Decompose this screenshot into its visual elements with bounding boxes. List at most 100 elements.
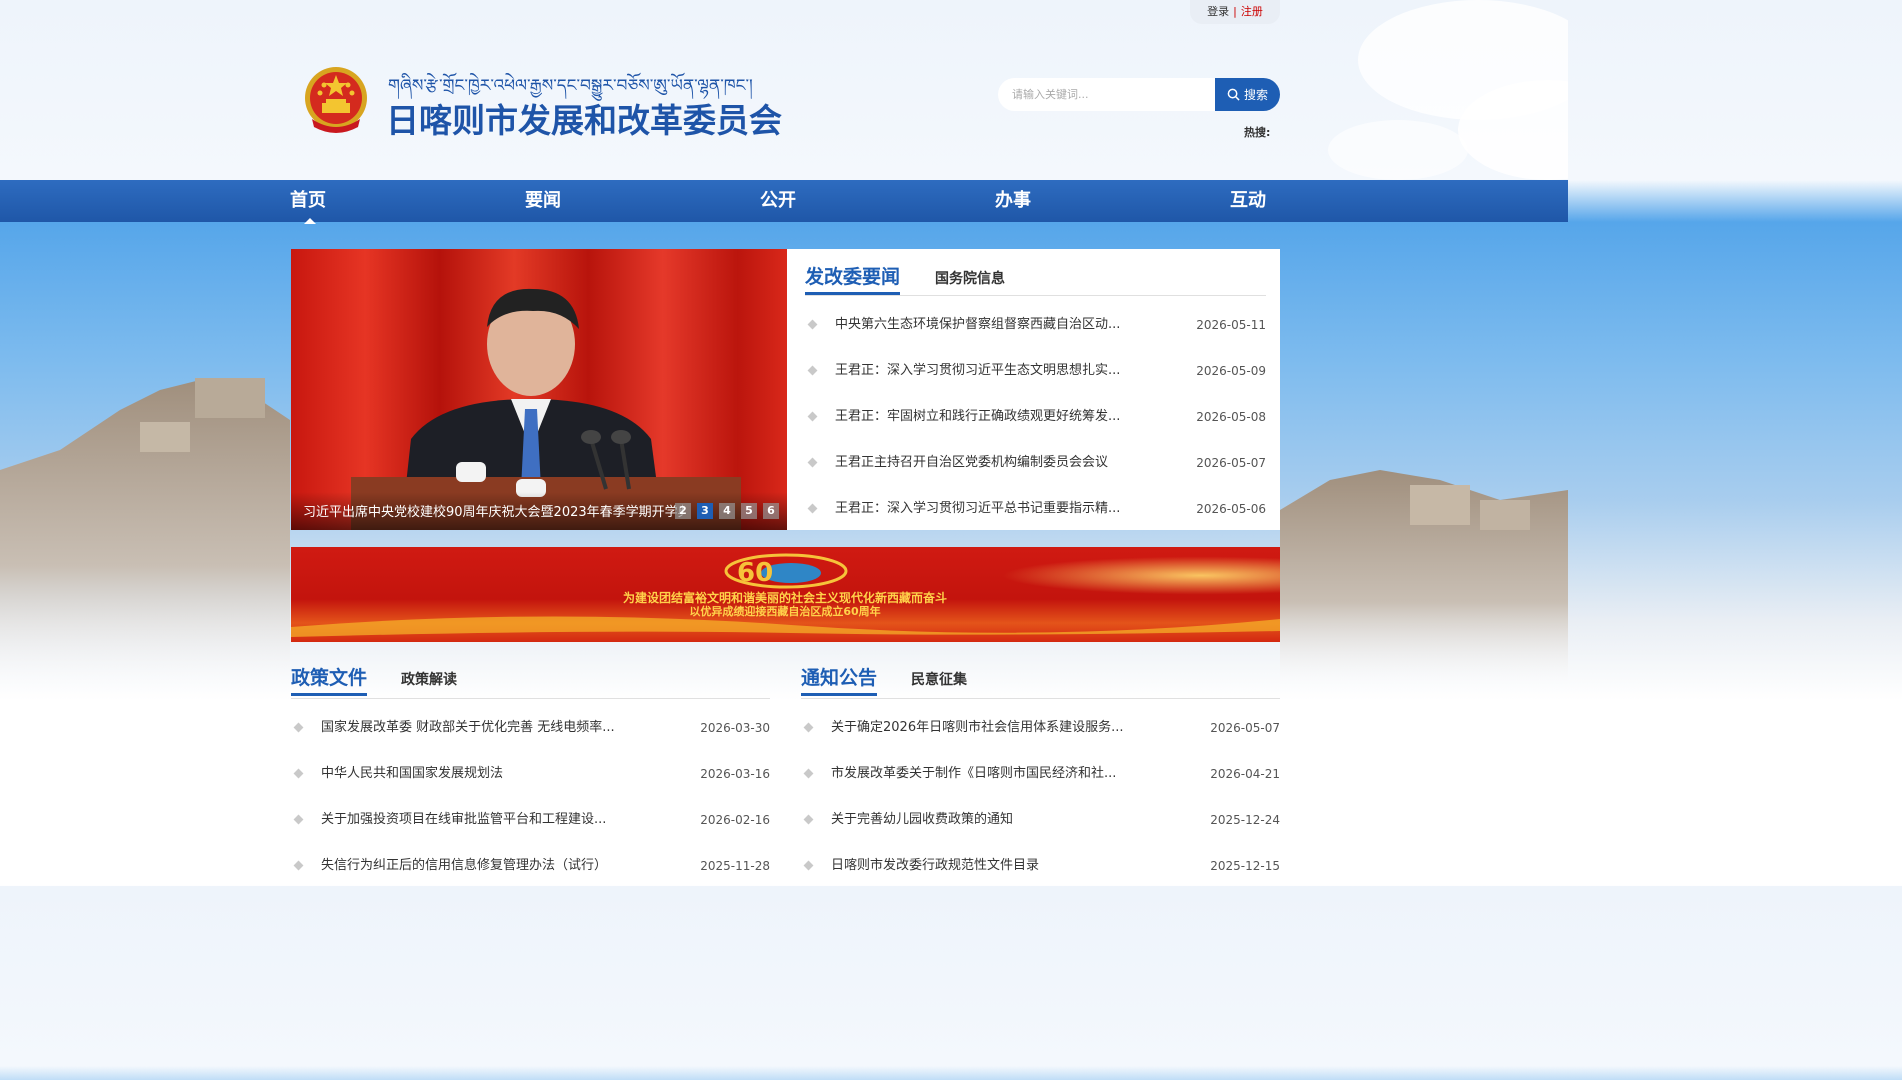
search-button[interactable]: 搜索 (1215, 78, 1280, 111)
nav-item-home[interactable]: 首页 (290, 180, 326, 224)
tab-public-opinion[interactable]: 民意征集 (911, 666, 967, 698)
list-item-date: 2026-05-08 (1196, 410, 1266, 424)
list-item-title[interactable]: 市发展改革委关于制作《日喀则市国民经济和社... (831, 764, 1116, 784)
list-item-title[interactable]: 关于加强投资项目在线审批监管平台和工程建设... (321, 810, 606, 830)
diamond-bullet-icon (293, 722, 304, 733)
diamond-bullet-icon (803, 768, 814, 779)
list-item-title[interactable]: 日喀则市发改委行政规范性文件目录 (831, 856, 1039, 876)
list-item-date: 2026-03-30 (700, 721, 770, 735)
slide-pagination: 2 3 4 5 6 (675, 503, 779, 519)
list-item-title[interactable]: 王君正：牢固树立和践行正确政绩观更好统筹发... (835, 407, 1120, 427)
list-item[interactable]: 国家发展改革委 财政部关于优化完善 无线电频率... 2026-03-30 (293, 718, 770, 738)
search-button-label: 搜索 (1243, 88, 1268, 102)
list-item-date: 2025-12-15 (1210, 859, 1280, 873)
list-item-date: 2026-05-06 (1196, 502, 1266, 516)
tab-ndrc-news[interactable]: 发改委要闻 (805, 263, 901, 295)
slide-dot[interactable]: 2 (675, 503, 691, 519)
list-item-title[interactable]: 失信行为纠正后的信用信息修复管理办法（试行） (321, 856, 607, 876)
list-item[interactable]: 市发展改革委关于制作《日喀则市国民经济和社... 2026-04-21 (803, 764, 1280, 784)
news-panel: 发改委要闻 国务院信息 中央第六生态环境保护督察组督察西藏自治区动... 202… (787, 249, 1280, 530)
notice-tabs: 通知公告 民意征集 (801, 664, 1280, 699)
login-link[interactable]: 登录 (1207, 5, 1229, 18)
tab-state-council-info[interactable]: 国务院信息 (935, 265, 1005, 297)
anniversary-banner[interactable]: 60 为建设团结富裕文明和谐美丽的社会主义现代化新西藏而奋斗 以优异成绩迎接西藏… (291, 547, 1280, 642)
list-item-date: 2026-02-16 (700, 813, 770, 827)
diamond-bullet-icon (293, 814, 304, 825)
list-item-title[interactable]: 王君正主持召开自治区党委机构编制委员会会议 (835, 453, 1108, 473)
tab-notices[interactable]: 通知公告 (801, 664, 878, 696)
news-slider[interactable]: 习近平出席中央党校建校90周年庆祝大会暨2023年春季学期开学典礼 2 3 4 … (291, 249, 787, 530)
main-nav: 首页 要闻 公开 办事 互动 (0, 180, 1568, 224)
policy-tabs: 政策文件 政策解读 (291, 664, 770, 699)
slide-dot[interactable]: 6 (763, 503, 779, 519)
tibetan-title-text: གཞིས་རྩེ་གྲོང་ཁྱེར་འཕེལ་རྒྱས་དང་བསྒྱུར་བ… (388, 76, 753, 96)
news-tabs: 发改委要闻 国务院信息 (805, 263, 1266, 296)
list-item-title[interactable]: 关于完善幼儿园收费政策的通知 (831, 810, 1013, 830)
nav-item-interaction[interactable]: 互动 (1230, 180, 1266, 222)
list-item[interactable]: 王君正：深入学习贯彻习近平总书记重要指示精... 2026-05-06 (807, 499, 1266, 519)
slide-caption[interactable]: 习近平出席中央党校建校90周年庆祝大会暨2023年春季学期开学典礼 (303, 501, 683, 520)
slide-dot[interactable]: 5 (741, 503, 757, 519)
diamond-bullet-icon (803, 722, 814, 733)
list-item[interactable]: 失信行为纠正后的信用信息修复管理办法（试行） 2025-11-28 (293, 856, 770, 876)
nav-item-services[interactable]: 办事 (995, 180, 1031, 222)
list-item[interactable]: 日喀则市发改委行政规范性文件目录 2025-12-15 (803, 856, 1280, 876)
banner-logo-text: 60 (737, 558, 773, 588)
nav-item-label: 要闻 (525, 190, 561, 211)
nav-item-label: 互动 (1230, 190, 1266, 211)
site-title[interactable]: 日喀则市发展和改革委员会 (386, 94, 782, 142)
diamond-bullet-icon (807, 503, 818, 514)
list-item[interactable]: 王君正：牢固树立和践行正确政绩观更好统筹发... 2026-05-08 (807, 407, 1266, 427)
auth-separator: | (1233, 5, 1237, 18)
diamond-bullet-icon (807, 411, 818, 422)
banner-line-2: 以优异成绩迎接西藏自治区成立60周年 (689, 604, 880, 618)
nav-item-label: 办事 (995, 190, 1031, 211)
policy-list: 国家发展改革委 财政部关于优化完善 无线电频率... 2026-03-30 中华… (293, 718, 770, 878)
list-item-date: 2026-05-07 (1196, 456, 1266, 470)
banner-image: 60 为建设团结富裕文明和谐美丽的社会主义现代化新西藏而奋斗 以优异成绩迎接西藏… (291, 547, 1280, 642)
diamond-bullet-icon (293, 860, 304, 871)
list-item-date: 2025-12-24 (1210, 813, 1280, 827)
diamond-bullet-icon (803, 860, 814, 871)
tab-policy-documents[interactable]: 政策文件 (291, 664, 368, 696)
list-item-date: 2026-05-07 (1210, 721, 1280, 735)
list-item-title[interactable]: 国家发展改革委 财政部关于优化完善 无线电频率... (321, 718, 615, 738)
nav-item-news[interactable]: 要闻 (525, 180, 561, 222)
list-item-date: 2026-04-21 (1210, 767, 1280, 781)
national-emblem-icon (305, 67, 367, 133)
slide-caption-bar: 习近平出席中央党校建校90周年庆祝大会暨2023年春季学期开学典礼 2 3 4 … (291, 492, 787, 530)
list-item-date: 2026-05-09 (1196, 364, 1266, 378)
list-item[interactable]: 王君正主持召开自治区党委机构编制委员会会议 2026-05-07 (807, 453, 1266, 473)
list-item-title[interactable]: 中华人民共和国国家发展规划法 (321, 764, 503, 784)
search-input[interactable] (998, 78, 1215, 111)
list-item-date: 2026-03-16 (700, 767, 770, 781)
slide-dot[interactable]: 4 (719, 503, 735, 519)
list-item-title[interactable]: 王君正：深入学习贯彻习近平总书记重要指示精... (835, 499, 1120, 519)
list-item[interactable]: 关于加强投资项目在线审批监管平台和工程建设... 2026-02-16 (293, 810, 770, 830)
search-icon (1227, 88, 1240, 101)
nav-item-public[interactable]: 公开 (760, 180, 796, 222)
list-item-title[interactable]: 中央第六生态环境保护督察组督察西藏自治区动... (835, 315, 1120, 335)
list-item[interactable]: 关于完善幼儿园收费政策的通知 2025-12-24 (803, 810, 1280, 830)
diamond-bullet-icon (807, 319, 818, 330)
news-list: 中央第六生态环境保护督察组督察西藏自治区动... 2026-05-11 王君正：… (807, 315, 1266, 516)
slide-image (291, 249, 787, 530)
policy-section: 政策文件 政策解读 国家发展改革委 财政部关于优化完善 无线电频率... 202… (291, 664, 770, 886)
list-item[interactable]: 中央第六生态环境保护督察组督察西藏自治区动... 2026-05-11 (807, 315, 1266, 335)
diamond-bullet-icon (293, 768, 304, 779)
notice-section: 通知公告 民意征集 关于确定2026年日喀则市社会信用体系建设服务... 202… (801, 664, 1280, 886)
tibetan-title: གཞིས་རྩེ་གྲོང་ཁྱེར་འཕེལ་རྒྱས་དང་བསྒྱུར་བ… (388, 66, 780, 96)
tab-policy-interpretation[interactable]: 政策解读 (401, 666, 457, 698)
search-box: 搜索 (998, 78, 1280, 111)
list-item[interactable]: 中华人民共和国国家发展规划法 2026-03-16 (293, 764, 770, 784)
nav-item-label: 公开 (760, 190, 796, 211)
list-item[interactable]: 关于确定2026年日喀则市社会信用体系建设服务... 2026-05-07 (803, 718, 1280, 738)
list-item[interactable]: 王君正：深入学习贯彻习近平生态文明思想扎实... 2026-05-09 (807, 361, 1266, 381)
register-link[interactable]: 注册 (1241, 5, 1263, 18)
nav-active-indicator (304, 218, 316, 224)
banner-line-1: 为建设团结富裕文明和谐美丽的社会主义现代化新西藏而奋斗 (623, 590, 947, 605)
list-item-title[interactable]: 王君正：深入学习贯彻习近平生态文明思想扎实... (835, 361, 1120, 381)
diamond-bullet-icon (803, 814, 814, 825)
slide-dot-active[interactable]: 3 (697, 503, 713, 519)
list-item-title[interactable]: 关于确定2026年日喀则市社会信用体系建设服务... (831, 718, 1123, 738)
